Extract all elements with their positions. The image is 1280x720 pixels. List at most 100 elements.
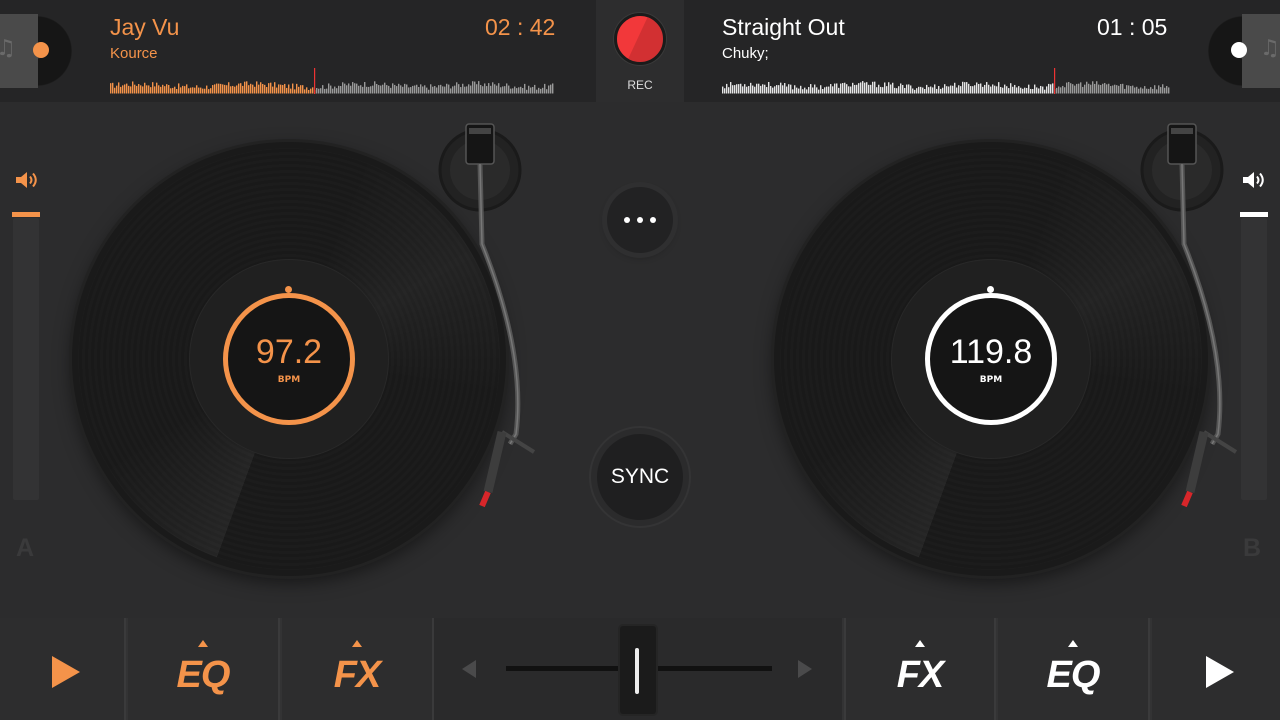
crossfader-left-arrow-icon[interactable] bbox=[462, 660, 476, 678]
waveform-bar bbox=[830, 84, 832, 94]
waveform-bar bbox=[262, 84, 264, 94]
waveform-bar bbox=[210, 88, 212, 94]
waveform-bar bbox=[294, 89, 296, 94]
deck-b-waveform[interactable] bbox=[722, 64, 1170, 96]
waveform-bar bbox=[406, 84, 408, 94]
waveform-bar bbox=[832, 86, 834, 94]
waveform-bar bbox=[924, 88, 926, 94]
waveform-bar bbox=[936, 88, 938, 94]
more-options-button[interactable] bbox=[607, 187, 673, 253]
waveform-bar bbox=[974, 85, 976, 94]
waveform-bar bbox=[502, 86, 504, 94]
waveform-bar bbox=[890, 84, 892, 94]
waveform-bar bbox=[232, 85, 234, 94]
deck-a-volume-handle[interactable] bbox=[12, 212, 40, 217]
waveform-bar bbox=[382, 84, 384, 94]
waveform-bar bbox=[980, 83, 982, 94]
deck-a-letter: A bbox=[16, 534, 35, 562]
deck-b-thumb-indicator bbox=[1231, 42, 1247, 58]
waveform-bar bbox=[198, 87, 200, 94]
waveform-bar bbox=[110, 83, 112, 94]
waveform-bar bbox=[208, 89, 210, 94]
waveform-bar bbox=[154, 86, 156, 94]
waveform-bar bbox=[132, 81, 134, 94]
waveform-bar bbox=[122, 85, 124, 94]
deck-a-album-thumbnail[interactable]: ♫ bbox=[0, 14, 72, 88]
waveform-bar bbox=[378, 85, 380, 94]
waveform-bar bbox=[306, 87, 308, 94]
waveform-bar bbox=[202, 88, 204, 94]
waveform-bar bbox=[828, 86, 830, 94]
waveform-bar bbox=[866, 82, 868, 94]
waveform-bar bbox=[1072, 84, 1074, 94]
waveform-bar bbox=[934, 84, 936, 94]
waveform-bar bbox=[444, 86, 446, 94]
waveform-bar bbox=[304, 89, 306, 94]
waveform-bar bbox=[964, 82, 966, 94]
record-button[interactable] bbox=[614, 13, 666, 65]
waveform-bar bbox=[1050, 84, 1052, 94]
waveform-bar bbox=[806, 89, 808, 94]
waveform-bar bbox=[428, 89, 430, 94]
deck-b-tonearm[interactable] bbox=[1132, 114, 1262, 534]
waveform-bar bbox=[152, 82, 154, 94]
crossfader[interactable] bbox=[434, 618, 842, 720]
waveform-bar bbox=[802, 89, 804, 94]
waveform-bar bbox=[274, 82, 276, 94]
deck-a-bpm-display[interactable]: 97.2 BPM bbox=[223, 293, 355, 425]
waveform-bar bbox=[372, 85, 374, 94]
deck-a-time: 02 : 42 bbox=[485, 14, 556, 40]
waveform-bar bbox=[930, 86, 932, 94]
waveform-bar bbox=[1076, 83, 1078, 94]
waveform-bar bbox=[1042, 86, 1044, 94]
waveform-bar bbox=[194, 87, 196, 94]
crossfader-right-arrow-icon[interactable] bbox=[798, 660, 812, 678]
waveform-bar bbox=[970, 86, 972, 94]
deck-a-tonearm[interactable] bbox=[430, 114, 560, 534]
waveform-bar bbox=[278, 84, 280, 94]
waveform-bar bbox=[744, 84, 746, 94]
waveform-bar bbox=[1096, 81, 1098, 94]
deck-b-album-thumbnail[interactable]: ♫ bbox=[1208, 14, 1280, 88]
waveform-bar bbox=[752, 85, 754, 94]
waveform-bar bbox=[130, 86, 132, 94]
waveform-bar bbox=[214, 84, 216, 94]
waveform-bar bbox=[186, 84, 188, 94]
waveform-bar bbox=[910, 85, 912, 94]
waveform-bar bbox=[778, 85, 780, 94]
waveform-bar bbox=[440, 84, 442, 94]
waveform-bar bbox=[872, 81, 874, 94]
deck-b-play-button[interactable] bbox=[1152, 618, 1280, 720]
crossfader-knob[interactable] bbox=[620, 626, 656, 714]
waveform-bar bbox=[986, 82, 988, 94]
waveform-bar bbox=[954, 82, 956, 94]
deck-b-bpm-unit: BPM bbox=[979, 375, 1003, 385]
sync-button[interactable]: SYNC bbox=[597, 434, 683, 520]
waveform-bar bbox=[290, 88, 292, 94]
waveform-bar bbox=[850, 86, 852, 94]
waveform-bar bbox=[948, 86, 950, 94]
waveform-bar bbox=[758, 83, 760, 94]
waveform-bar bbox=[952, 85, 954, 94]
deck-a-fx-button[interactable]: FX bbox=[282, 618, 434, 720]
waveform-bar bbox=[218, 83, 220, 94]
waveform-bar bbox=[1150, 87, 1152, 94]
waveform-bar bbox=[902, 84, 904, 94]
deck-b-eq-button[interactable]: EQ bbox=[998, 618, 1150, 720]
deck-a-waveform[interactable] bbox=[110, 64, 554, 96]
playhead-marker bbox=[314, 68, 316, 94]
deck-a-eq-button[interactable]: EQ bbox=[128, 618, 280, 720]
deck-b-bpm-display[interactable]: 119.8 BPM bbox=[925, 293, 1057, 425]
waveform-bar bbox=[856, 84, 858, 94]
deck-a-play-button[interactable] bbox=[0, 618, 126, 720]
waveform-bar bbox=[920, 86, 922, 94]
waveform-bar bbox=[158, 85, 160, 94]
waveform-bar bbox=[916, 88, 918, 94]
waveform-bar bbox=[788, 84, 790, 94]
deck-b-fx-button[interactable]: FX bbox=[844, 618, 996, 720]
waveform-bar bbox=[414, 85, 416, 94]
deck-a-volume-slider[interactable] bbox=[13, 218, 39, 500]
waveform-bar bbox=[868, 84, 870, 94]
waveform-bar bbox=[516, 88, 518, 94]
waveform-bar bbox=[212, 85, 214, 94]
